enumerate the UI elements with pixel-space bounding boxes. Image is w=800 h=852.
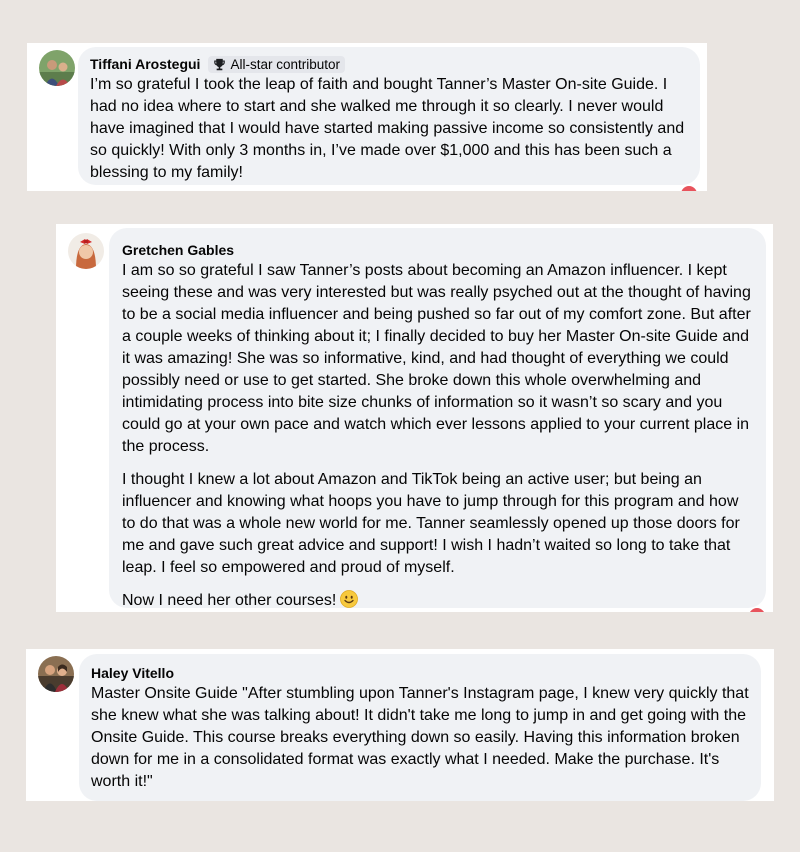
comment-bubble: Gretchen Gables I am so so grateful I sa… [109,228,766,609]
paragraph-text: Now I need her other courses! [122,592,337,609]
comment-card-haley: Haley Vitello Master Onsite Guide "After… [26,649,774,801]
comment-text: I’m so grateful I took the leap of faith… [90,76,685,181]
smiley-emoji-icon [340,590,359,608]
badge-label: All-star contributor [230,56,340,72]
comment-text: Master Onsite Guide "After stumbling upo… [91,685,749,790]
comment-card-gretchen: Gretchen Gables I am so so grateful I sa… [56,224,773,612]
author-name[interactable]: Haley Vitello [91,665,174,681]
author-name[interactable]: Tiffani Arostegui [90,56,200,72]
avatar[interactable] [38,656,74,692]
comment-paragraph-2: I thought I knew a lot about Amazon and … [122,471,740,576]
comment-bubble: Tiffani Arostegui All-star contributor I… [78,47,700,185]
comment-card-tiffani: Tiffani Arostegui All-star contributor I… [27,43,707,191]
reaction-icon[interactable] [749,608,765,612]
contributor-badge[interactable]: All-star contributor [208,55,345,73]
trophy-icon [214,58,226,70]
avatar[interactable] [39,50,75,86]
author-name[interactable]: Gretchen Gables [122,242,234,258]
author-row: Haley Vitello [91,663,749,683]
author-row: Gretchen Gables [122,240,754,260]
reaction-icon[interactable] [681,186,697,191]
comment-paragraph-1: I am so so grateful I saw Tanner’s posts… [122,262,751,455]
avatar[interactable] [68,233,104,269]
author-row: Tiffani Arostegui All-star contributor [90,54,688,74]
comment-paragraph-3: Now I need her other courses! [122,590,754,612]
comment-bubble: Haley Vitello Master Onsite Guide "After… [79,654,761,801]
